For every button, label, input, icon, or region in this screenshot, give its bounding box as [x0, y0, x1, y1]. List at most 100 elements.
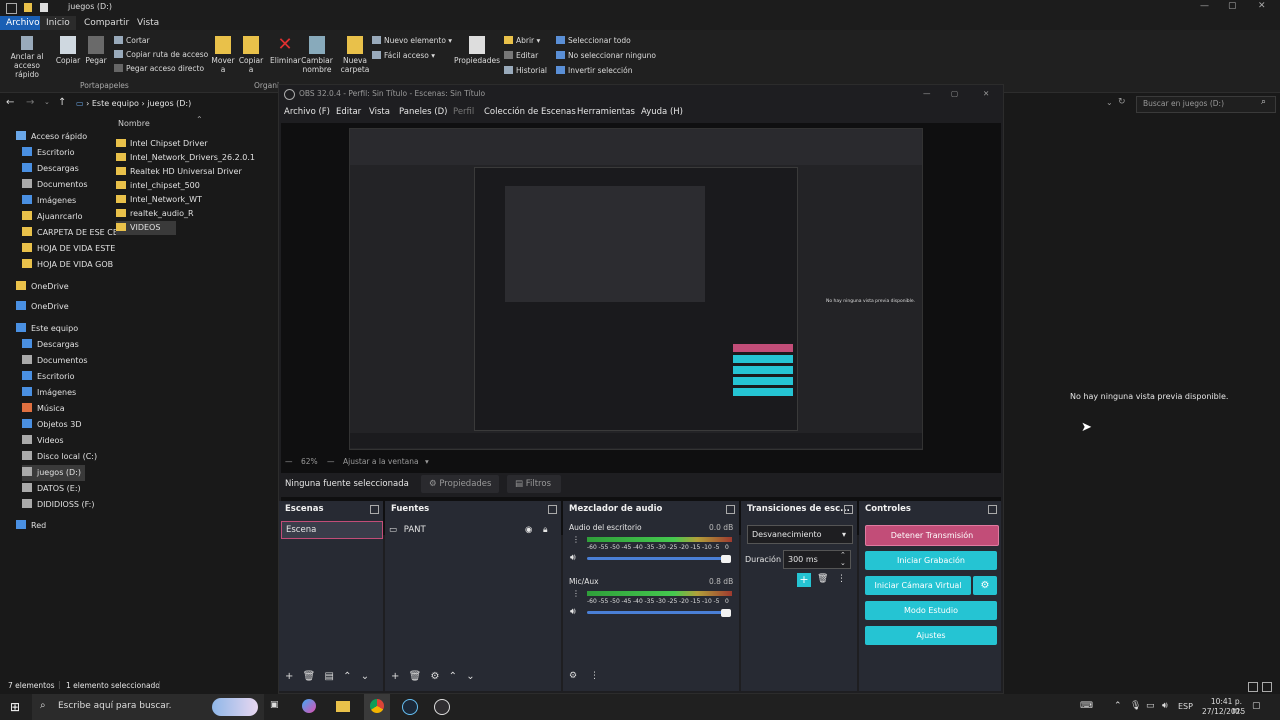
- new-item-button[interactable]: Nuevo elemento ▾: [372, 36, 452, 46]
- copilot-icon[interactable]: [302, 699, 316, 713]
- volume-icon[interactable]: 🔊︎: [1162, 701, 1168, 711]
- nav-item[interactable]: CARPETA DE ESE CE: [22, 225, 118, 241]
- notifications-icon[interactable]: ▢: [1252, 701, 1261, 711]
- duration-input[interactable]: 300 ms ⌃ ⌄: [783, 550, 851, 569]
- nav-item[interactable]: Imágenes: [22, 193, 76, 209]
- obs-menu-paneles[interactable]: Paneles (D): [399, 107, 447, 117]
- obs-taskbar-icon[interactable]: [434, 699, 450, 715]
- kebab-menu-icon[interactable]: ⋮: [572, 535, 580, 544]
- nav-item[interactable]: Objetos 3D: [22, 417, 82, 433]
- new-folder-button[interactable]: Nueva carpeta: [340, 36, 370, 74]
- steam-icon[interactable]: [402, 699, 418, 715]
- breadcrumb-juegos[interactable]: juegos (D:): [147, 99, 191, 108]
- tab-compartir[interactable]: Compartir: [78, 16, 135, 30]
- filters-button[interactable]: ▤ Filtros: [507, 475, 561, 493]
- paste-button[interactable]: Pegar: [84, 36, 108, 65]
- stop-stream-button[interactable]: Detener Transmisión: [865, 525, 999, 546]
- fit-dropdown-icon[interactable]: ▾: [425, 457, 429, 466]
- icons-view-icon[interactable]: [1262, 682, 1272, 692]
- rename-button[interactable]: Cambiar nombre: [300, 36, 334, 74]
- task-view-icon[interactable]: ▣: [270, 700, 279, 710]
- advanced-audio-icon[interactable]: ⚙: [569, 671, 577, 681]
- obs-minimize-icon[interactable]: —: [923, 85, 931, 103]
- forward-icon[interactable]: →: [26, 97, 34, 108]
- tab-vista[interactable]: Vista: [131, 16, 165, 30]
- nav-item[interactable]: Imágenes: [22, 385, 76, 401]
- nav-item[interactable]: OneDrive: [16, 299, 69, 315]
- copy-to-button[interactable]: Copiar a: [238, 36, 264, 74]
- close-icon[interactable]: ✕: [1258, 1, 1266, 11]
- sources-dock-icon[interactable]: [548, 505, 557, 514]
- open-button[interactable]: Abrir ▾: [504, 36, 540, 46]
- studio-mode-button[interactable]: Modo Estudio: [865, 601, 997, 620]
- trash-icon[interactable]: 🗑︎: [409, 671, 422, 682]
- spin-down-icon[interactable]: ⌄: [840, 555, 846, 572]
- clock-date[interactable]: 27/12/2025: [1202, 707, 1245, 716]
- zoom-in-icon[interactable]: —: [327, 457, 335, 466]
- maximize-icon[interactable]: ▢: [1228, 1, 1237, 11]
- settings-button[interactable]: Ajustes: [865, 626, 997, 645]
- nav-item[interactable]: Música: [22, 401, 65, 417]
- mixer-dock-icon[interactable]: [726, 505, 735, 514]
- arrow-down-icon[interactable]: ⌄: [466, 671, 474, 682]
- arrow-up-icon[interactable]: ⌃: [449, 671, 457, 682]
- taskbar-search-input[interactable]: ⌕ Escribe aquí para buscar.: [32, 694, 264, 720]
- nav-item[interactable]: juegos (D:): [22, 465, 85, 481]
- transitions-dock-icon[interactable]: [844, 505, 853, 514]
- nav-item[interactable]: HOJA DE VIDA GOB: [22, 257, 113, 273]
- obs-menu-editar[interactable]: Editar: [336, 107, 361, 117]
- search-input[interactable]: Buscar en juegos (D:) ⌕: [1136, 96, 1276, 113]
- language-indicator[interactable]: ESP: [1178, 702, 1193, 711]
- nav-item[interactable]: Ajuanrcarlo: [22, 209, 83, 225]
- file-row[interactable]: Intel Chipset Driver: [116, 137, 208, 151]
- refresh-icon[interactable]: ↻: [1118, 97, 1126, 107]
- start-recording-button[interactable]: Iniciar Grabación: [865, 551, 997, 570]
- obs-menu-ayuda[interactable]: Ayuda (H): [641, 107, 683, 117]
- properties-button[interactable]: ⚙ Propiedades: [421, 475, 499, 493]
- obs-maximize-icon[interactable]: ▢: [951, 85, 958, 103]
- file-row[interactable]: VIDEOS: [116, 221, 177, 235]
- copy-button[interactable]: Copiar: [54, 36, 82, 65]
- nav-item[interactable]: Red: [16, 518, 46, 534]
- move-to-button[interactable]: Mover a: [210, 36, 236, 74]
- network-icon[interactable]: ▭: [1146, 701, 1155, 711]
- volume-slider-handle[interactable]: [721, 555, 731, 563]
- nav-item[interactable]: Videos: [22, 433, 64, 449]
- minimize-icon[interactable]: —: [1200, 1, 1209, 11]
- cut-button[interactable]: Cortar: [114, 36, 150, 46]
- windows-start-icon[interactable]: ⊞: [10, 700, 20, 714]
- delete-button[interactable]: ✕ Eliminar: [270, 36, 301, 66]
- nav-item[interactable]: OneDrive: [16, 279, 69, 295]
- nav-item[interactable]: Escritorio: [22, 145, 75, 161]
- file-explorer-icon[interactable]: [336, 701, 350, 712]
- volume-slider[interactable]: [587, 557, 727, 560]
- easy-access-button[interactable]: Fácil acceso ▾: [372, 51, 435, 61]
- chrome-icon[interactable]: [370, 699, 384, 713]
- nav-item[interactable]: HOJA DE VIDA ESTE: [22, 241, 115, 257]
- tab-inicio[interactable]: Inicio: [40, 16, 76, 30]
- nav-item[interactable]: Escritorio: [22, 369, 75, 385]
- breadcrumb-este-equipo[interactable]: Este equipo: [92, 99, 139, 108]
- arrow-up-icon[interactable]: ⌃: [343, 671, 351, 682]
- scenes-dock-icon[interactable]: [370, 505, 379, 514]
- virtual-camera-settings-icon[interactable]: ⚙: [973, 576, 997, 595]
- scene-item[interactable]: Escena: [281, 521, 383, 539]
- microphone-icon[interactable]: 🎙︎: [1130, 701, 1141, 711]
- file-row[interactable]: intel_chipset_500: [116, 179, 200, 193]
- trash-icon[interactable]: 🗑︎: [303, 671, 316, 682]
- transition-select[interactable]: Desvanecimiento ▾: [747, 525, 853, 544]
- speaker-icon[interactable]: 🔊︎: [570, 553, 576, 563]
- kebab-menu-icon[interactable]: ⋮: [572, 589, 580, 598]
- address-dropdown-icon[interactable]: ⌄: [1106, 98, 1113, 107]
- add-icon[interactable]: +: [391, 671, 399, 682]
- obs-menu-coleccion[interactable]: Colección de Escenas: [484, 107, 576, 117]
- kebab-menu-icon[interactable]: ⋮: [590, 671, 599, 681]
- volume-slider[interactable]: [587, 611, 727, 614]
- speaker-icon[interactable]: 🔊︎: [570, 607, 576, 617]
- arrow-down-icon[interactable]: ⌄: [361, 671, 369, 682]
- nav-item[interactable]: Este equipo: [16, 321, 78, 337]
- file-row[interactable]: Intel_Network_WT: [116, 193, 202, 207]
- nav-item[interactable]: Acceso rápido: [16, 129, 87, 145]
- trash-icon[interactable]: 🗑︎: [817, 574, 828, 584]
- save-icon[interactable]: [40, 3, 48, 12]
